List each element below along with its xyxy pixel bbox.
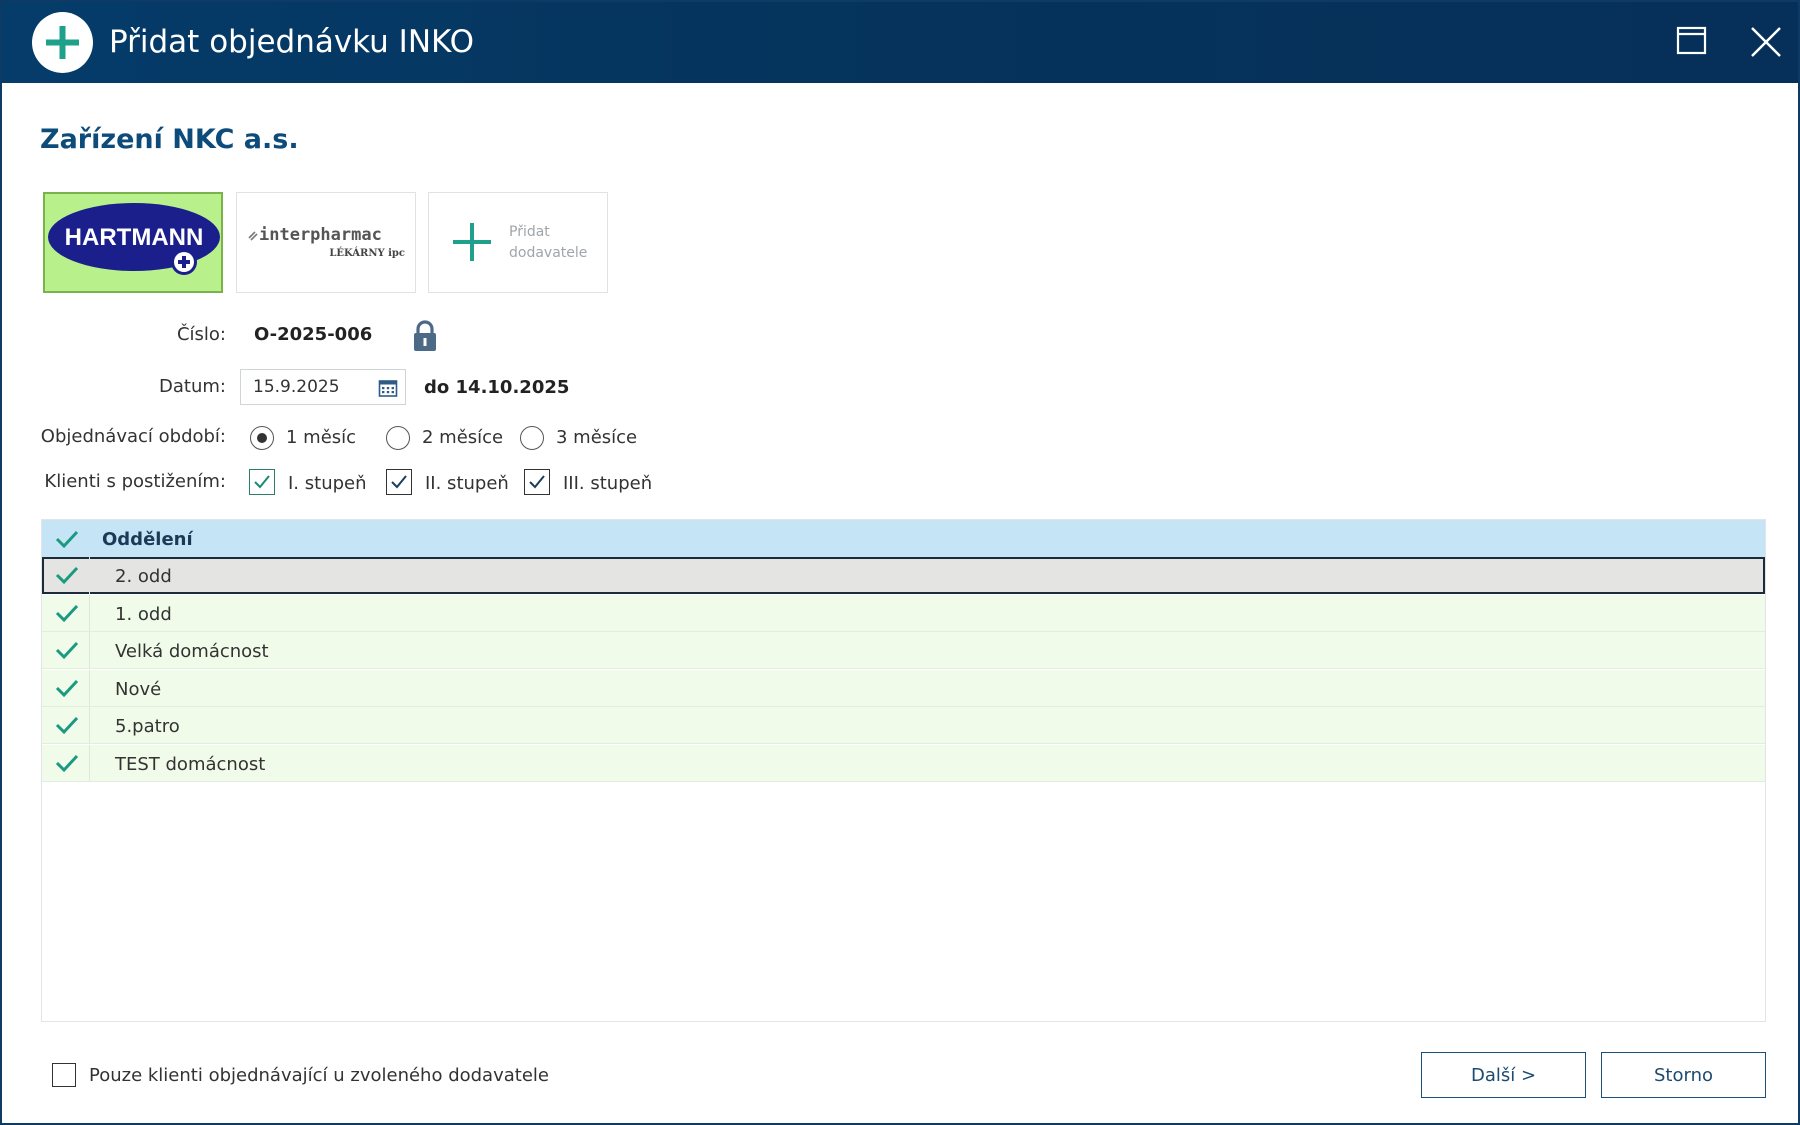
svg-text:LÉKÁRNY ipc: LÉKÁRNY ipc xyxy=(329,247,405,259)
row-check-cell[interactable] xyxy=(42,557,90,594)
add-supplier-button[interactable]: Přidat dodavatele xyxy=(428,192,608,293)
row-check-cell[interactable] xyxy=(42,707,90,743)
company-name: Zařízení NKC a.s. xyxy=(40,124,299,155)
row-check-cell[interactable] xyxy=(42,670,90,706)
radio-label: 3 měsíce xyxy=(556,427,638,448)
checkmark-icon xyxy=(254,475,270,489)
checkbox[interactable] xyxy=(249,469,275,495)
period-radio-3-months[interactable]: 3 měsíce xyxy=(520,424,640,452)
table-row[interactable]: 2. odd xyxy=(42,557,1765,594)
table-row[interactable]: 1. odd xyxy=(42,595,1765,632)
checkbox-label: Pouze klienti objednávající u zvoleného … xyxy=(89,1065,549,1086)
radio-label: 2 měsíce xyxy=(422,427,504,448)
number-label: Číslo: xyxy=(176,324,226,345)
check-icon xyxy=(55,566,79,585)
checkbox-label: III. stupeň xyxy=(563,473,653,494)
table-row[interactable]: 5.patro xyxy=(42,707,1765,744)
period-radio-2-months[interactable]: 2 měsíce xyxy=(386,424,506,452)
title-bar: Přidat objednávku INKO xyxy=(2,2,1798,83)
department-name: 5.patro xyxy=(115,716,180,737)
radio-selected-dot xyxy=(257,433,267,443)
checkbox-label: I. stupeň xyxy=(288,473,367,494)
order-period-label: Objednávací období: xyxy=(40,426,226,447)
svg-text:HARTMANN: HARTMANN xyxy=(65,224,204,251)
table-row[interactable]: Velká domácnost xyxy=(42,632,1765,669)
supplier-interpharmac[interactable]: interpharmac LÉKÁRNY ipc xyxy=(236,192,416,293)
cancel-button[interactable]: Storno xyxy=(1601,1052,1766,1098)
next-button[interactable]: Další > xyxy=(1421,1052,1586,1098)
department-name: Velká domácnost xyxy=(115,641,269,662)
checkbox-degree-3[interactable]: III. stupeň xyxy=(524,469,664,497)
check-icon xyxy=(55,716,79,735)
window-title: Přidat objednávku INKO xyxy=(109,24,475,60)
row-check-cell[interactable] xyxy=(42,745,90,781)
date-input[interactable] xyxy=(253,376,373,398)
close-icon xyxy=(1751,27,1781,57)
maximize-icon xyxy=(1676,26,1707,55)
radio-button[interactable] xyxy=(250,426,274,450)
radio-button[interactable] xyxy=(386,426,410,450)
checkbox-degree-2[interactable]: II. stupeň xyxy=(386,469,516,497)
row-check-cell[interactable] xyxy=(42,632,90,668)
lock-icon xyxy=(414,320,436,351)
department-name: TEST domácnost xyxy=(115,754,266,775)
plus-icon xyxy=(453,223,491,261)
check-icon xyxy=(55,679,79,698)
disabled-clients-label: Klienti s postižením: xyxy=(44,471,226,492)
supplier-hartmann[interactable]: HARTMANN xyxy=(43,192,223,293)
close-button[interactable] xyxy=(1742,18,1790,66)
order-number-value: O-2025-006 xyxy=(254,324,373,345)
column-header-department: Oddělení xyxy=(102,529,193,550)
maximize-button[interactable] xyxy=(1668,18,1716,66)
radio-button[interactable] xyxy=(520,426,544,450)
departments-table: Oddělení 2. odd 1. odd Velká domácnost N… xyxy=(41,519,1766,1022)
interpharmac-logo: interpharmac LÉKÁRNY ipc xyxy=(248,225,405,259)
check-icon xyxy=(55,604,79,623)
department-name: 1. odd xyxy=(115,604,172,625)
add-order-dialog: Přidat objednávku INKO Zařízení NKC a.s.… xyxy=(0,0,1800,1125)
select-all-check-icon[interactable] xyxy=(54,529,80,549)
department-name: 2. odd xyxy=(115,566,172,587)
add-supplier-label: Přidat dodavatele xyxy=(509,224,588,261)
app-plus-icon xyxy=(32,12,93,73)
radio-label: 1 měsíc xyxy=(286,427,357,448)
checkbox[interactable] xyxy=(386,469,412,495)
check-icon xyxy=(55,641,79,660)
row-check-cell[interactable] xyxy=(42,595,90,631)
table-row[interactable]: TEST domácnost xyxy=(42,745,1765,782)
hartmann-logo: HARTMANN xyxy=(48,203,220,275)
table-header: Oddělení xyxy=(42,520,1765,558)
date-label: Datum: xyxy=(159,376,226,397)
checkbox-degree-1[interactable]: I. stupeň xyxy=(249,469,379,497)
svg-text:interpharmac: interpharmac xyxy=(259,225,382,245)
calendar-icon[interactable] xyxy=(378,378,398,398)
checkbox[interactable] xyxy=(52,1063,76,1087)
date-picker[interactable] xyxy=(240,369,406,405)
checkmark-icon xyxy=(529,475,545,489)
only-supplier-clients-checkbox[interactable]: Pouze klienti objednávající u zvoleného … xyxy=(52,1063,572,1089)
table-row[interactable]: Nové xyxy=(42,670,1765,707)
checkmark-icon xyxy=(391,475,407,489)
department-name: Nové xyxy=(115,679,162,700)
date-to-value: do 14.10.2025 xyxy=(424,377,570,398)
period-radio-1-month[interactable]: 1 měsíc xyxy=(250,424,360,452)
checkbox[interactable] xyxy=(524,469,550,495)
checkbox-label: II. stupeň xyxy=(425,473,509,494)
check-icon xyxy=(55,754,79,773)
